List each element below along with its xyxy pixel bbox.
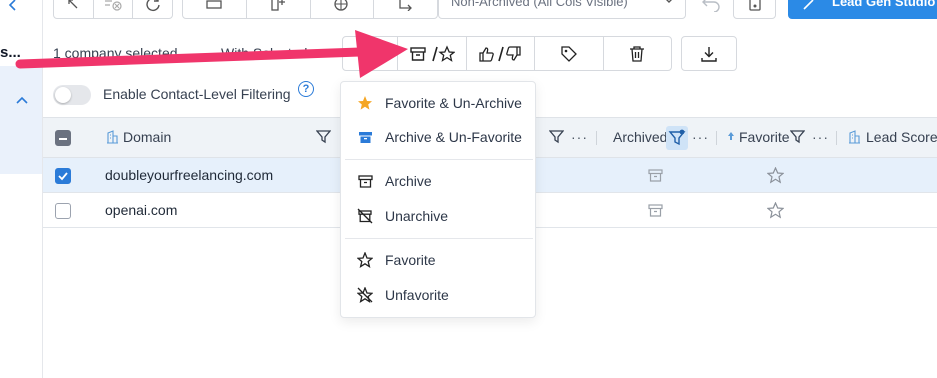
selection-count: 1 company selected: [53, 45, 178, 61]
star-outline-icon[interactable]: [767, 202, 784, 219]
column-header-lead-score[interactable]: Lead Score: [866, 129, 937, 145]
building-icon: [106, 130, 119, 144]
column-divider: [596, 131, 597, 145]
download-icon: [701, 46, 717, 62]
add-column-icon[interactable]: [247, 0, 311, 18]
menu-divider: [345, 238, 533, 239]
menu-item-unfavorite[interactable]: Unfavorite: [341, 280, 537, 310]
row-height-icon[interactable]: [183, 0, 247, 18]
archive-star-icon: [410, 44, 455, 62]
filter-icon[interactable]: [549, 129, 564, 144]
filter-active-icon: [668, 129, 686, 146]
domain-cell[interactable]: doubleyourfreelancing.com: [105, 167, 273, 183]
chevron-down-icon: [663, 0, 675, 5]
column-menu-icon[interactable]: ···: [692, 129, 709, 145]
clear-filter-icon[interactable]: [94, 0, 134, 18]
view-select[interactable]: Non-Archived (All Cols Visible): [438, 0, 686, 19]
menu-divider: [345, 159, 533, 160]
unfavorite-icon: [357, 287, 373, 303]
collapse-icon[interactable]: [54, 0, 94, 18]
refresh-icon[interactable]: [133, 0, 172, 18]
thumbs-up-down-icon: [479, 45, 521, 62]
menu-item-archive[interactable]: Archive: [341, 166, 537, 196]
column-settings-button[interactable]: [733, 0, 776, 19]
lead-gen-studio-button[interactable]: Lead Gen Studio: [788, 0, 937, 19]
with-selected-label: With Selected: [221, 45, 308, 61]
toggle-knob: [55, 87, 71, 103]
select-all-checkbox[interactable]: [55, 130, 71, 146]
menu-item-unarchive[interactable]: Unarchive: [341, 201, 537, 231]
column-menu-icon[interactable]: ···: [571, 129, 588, 145]
menu-item-archive-unfavorite[interactable]: Archive & Un-Favorite: [341, 122, 537, 152]
archive-favorite-menu: Favorite & Un-Archive Archive & Un-Favor…: [340, 81, 536, 318]
menu-item-favorite-unarchive[interactable]: Favorite & Un-Archive: [341, 88, 537, 118]
domain-cell[interactable]: openai.com: [105, 202, 177, 218]
download-button[interactable]: [681, 36, 737, 71]
question-circle-icon[interactable]: ?: [298, 81, 314, 97]
menu-item-favorite[interactable]: Favorite: [341, 245, 537, 275]
sidebar-item-selected[interactable]: [0, 66, 42, 174]
tag-icon: [561, 45, 577, 62]
filter-icon[interactable]: [316, 129, 331, 144]
column-settings-icon: [747, 0, 763, 12]
archive-filled-icon: [357, 129, 373, 145]
star-outline-icon[interactable]: [767, 167, 784, 184]
star-outline-icon: [357, 252, 373, 268]
undo-icon[interactable]: [700, 0, 722, 12]
bulk-actions-group: [342, 36, 672, 71]
star-filled-icon: [357, 95, 373, 111]
bulk-blank-button[interactable]: [343, 37, 397, 70]
building-icon: [848, 130, 861, 144]
column-header-archived[interactable]: Archived: [613, 129, 667, 145]
layout-tools-group: [182, 0, 438, 19]
sort-up-icon: [727, 131, 735, 141]
contact-filter-label: Enable Contact-Level Filtering: [103, 86, 291, 102]
archive-icon[interactable]: [648, 168, 663, 183]
chevron-up-icon[interactable]: [15, 94, 29, 106]
check-icon: [58, 172, 68, 181]
chevron-left-icon[interactable]: [6, 0, 20, 12]
active-filter-button[interactable]: [666, 126, 688, 150]
column-menu-icon[interactable]: ···: [812, 129, 829, 145]
swap-icon[interactable]: [374, 0, 437, 18]
column-header-favorite[interactable]: Favorite: [739, 129, 790, 145]
globe-icon[interactable]: [311, 0, 375, 18]
column-divider: [716, 131, 717, 145]
trash-icon: [630, 45, 645, 62]
column-header-domain[interactable]: Domain: [123, 129, 171, 145]
filter-icon[interactable]: [790, 129, 805, 144]
row-checkbox[interactable]: [55, 203, 71, 219]
sidebar-title: s...: [0, 44, 21, 61]
magic-wand-icon: [802, 0, 818, 11]
tag-button[interactable]: [534, 37, 603, 70]
like-dislike-button[interactable]: [465, 37, 535, 70]
column-divider: [836, 131, 837, 145]
view-tools-group: [53, 0, 173, 19]
contact-filter-toggle[interactable]: [53, 85, 91, 105]
archive-icon[interactable]: [648, 203, 663, 218]
unarchive-icon: [357, 208, 373, 224]
archive-icon: [357, 173, 373, 189]
archive-favorite-button[interactable]: [397, 37, 466, 70]
delete-button[interactable]: [602, 37, 672, 70]
lead-gen-studio-label: Lead Gen Studio: [832, 0, 936, 9]
row-checkbox[interactable]: [55, 168, 71, 184]
view-select-value: Non-Archived (All Cols Visible): [451, 0, 628, 9]
